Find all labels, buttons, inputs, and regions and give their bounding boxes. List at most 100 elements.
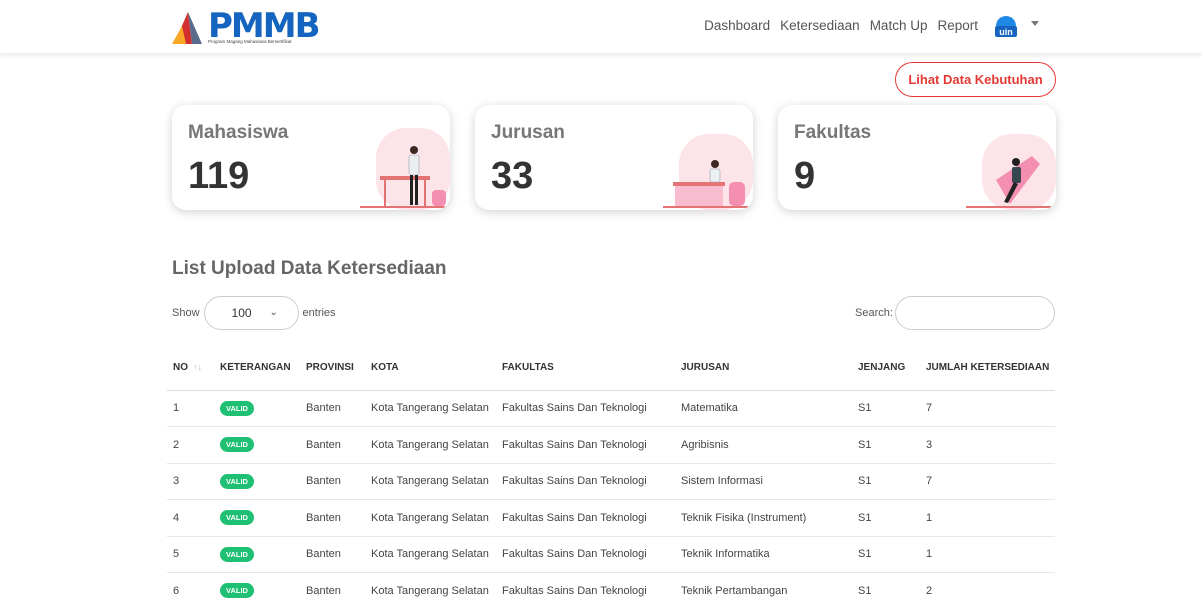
cell-fakultas: Fakultas Sains Dan Teknologi bbox=[496, 499, 675, 537]
cell-jumlah: 7 bbox=[920, 463, 1055, 500]
chevron-down-icon: ⌄ bbox=[269, 307, 278, 318]
col-keterangan[interactable]: KETERANGAN bbox=[214, 345, 300, 391]
cell-provinsi: Banten bbox=[300, 536, 365, 573]
cell-jenjang: S1 bbox=[852, 572, 920, 599]
cell-kota: Kota Tangerang Selatan bbox=[365, 463, 496, 500]
card-label: Fakultas bbox=[794, 122, 872, 143]
col-provinsi[interactable]: PROVINSI bbox=[300, 345, 365, 391]
cell-kota: Kota Tangerang Selatan bbox=[365, 390, 496, 427]
logo-mark-icon bbox=[172, 12, 202, 44]
ketersediaan-table: NO ↑↓ KETERANGAN PROVINSI KOTA FAKULTAS J… bbox=[167, 345, 1055, 599]
cell-provinsi: Banten bbox=[300, 463, 365, 500]
show-label: Show bbox=[172, 307, 200, 319]
card-label: Jurusan bbox=[491, 122, 565, 143]
cell-no: 2 bbox=[167, 426, 214, 464]
cell-jumlah: 7 bbox=[920, 390, 1055, 427]
cell-jenjang: S1 bbox=[852, 463, 920, 500]
person-on-chair-illustration-icon bbox=[966, 134, 1056, 210]
brand-tagline: Program Magang Mahasiswa Bersertifikat bbox=[208, 39, 292, 44]
cell-fakultas: Fakultas Sains Dan Teknologi bbox=[496, 572, 675, 599]
cell-kota: Kota Tangerang Selatan bbox=[365, 499, 496, 537]
table-row[interactable]: 6 VALID Banten Kota Tangerang Selatan Fa… bbox=[167, 572, 1055, 599]
cell-kota: Kota Tangerang Selatan bbox=[365, 426, 496, 464]
list-title: List Upload Data Ketersediaan bbox=[172, 258, 447, 279]
top-navbar: PMMB Program Magang Mahasiswa Bersertifi… bbox=[0, 0, 1202, 54]
card-value: 119 bbox=[188, 155, 250, 197]
cell-no: 6 bbox=[167, 572, 214, 599]
person-standing-desk-illustration-icon bbox=[360, 128, 450, 210]
pmmb-logo[interactable]: PMMB Program Magang Mahasiswa Bersertifi… bbox=[172, 8, 321, 46]
cell-jumlah: 1 bbox=[920, 499, 1055, 537]
cell-fakultas: Fakultas Sains Dan Teknologi bbox=[496, 536, 675, 573]
cell-jurusan: Teknik Fisika (Instrument) bbox=[675, 499, 852, 537]
cell-jenjang: S1 bbox=[852, 499, 920, 537]
search-label: Search: bbox=[855, 307, 893, 319]
cell-provinsi: Banten bbox=[300, 426, 365, 464]
col-jumlah-ketersediaan[interactable]: JUMLAH KETERSEDIAAN bbox=[920, 345, 1055, 391]
cell-jurusan: Sistem Informasi bbox=[675, 463, 852, 500]
nav-report[interactable]: Report bbox=[937, 18, 978, 33]
col-no[interactable]: NO ↑↓ bbox=[167, 345, 214, 391]
search-input[interactable] bbox=[894, 296, 1055, 330]
cell-jurusan: Teknik Informatika bbox=[675, 536, 852, 573]
col-kota[interactable]: KOTA bbox=[365, 345, 496, 391]
col-jenjang[interactable]: JENJANG bbox=[852, 345, 920, 391]
search-control: Search: bbox=[855, 296, 1055, 330]
table-row[interactable]: 4 VALID Banten Kota Tangerang Selatan Fa… bbox=[167, 499, 1055, 537]
status-badge: VALID bbox=[220, 473, 254, 489]
user-menu-chevron-down-icon[interactable] bbox=[1031, 21, 1039, 26]
person-at-desk-illustration-icon bbox=[663, 134, 753, 210]
cell-provinsi: Banten bbox=[300, 390, 365, 427]
cell-kota: Kota Tangerang Selatan bbox=[365, 572, 496, 599]
cell-jumlah: 1 bbox=[920, 536, 1055, 573]
nav-dashboard[interactable]: Dashboard bbox=[704, 18, 770, 33]
cell-provinsi: Banten bbox=[300, 572, 365, 599]
cell-jurusan: Teknik Pertambangan bbox=[675, 572, 852, 599]
col-jurusan[interactable]: JURUSAN bbox=[675, 345, 852, 391]
cell-jurusan: Agribisnis bbox=[675, 426, 852, 464]
main-nav: Dashboard Ketersediaan Match Up Report bbox=[704, 18, 978, 33]
user-avatar[interactable]: uin bbox=[992, 12, 1020, 40]
entries-label: entries bbox=[302, 307, 336, 319]
stat-card-jurusan: Jurusan 33 bbox=[475, 105, 753, 210]
lihat-data-kebutuhan-button[interactable]: Lihat Data Kebutuhan bbox=[895, 62, 1056, 97]
table-header-row: NO ↑↓ KETERANGAN PROVINSI KOTA FAKULTAS J… bbox=[167, 345, 1055, 391]
nav-ketersediaan[interactable]: Ketersediaan bbox=[780, 18, 860, 33]
cell-fakultas: Fakultas Sains Dan Teknologi bbox=[496, 463, 675, 500]
cell-kota: Kota Tangerang Selatan bbox=[365, 536, 496, 573]
nav-match-up[interactable]: Match Up bbox=[870, 18, 928, 33]
status-badge: VALID bbox=[220, 510, 254, 526]
card-value: 9 bbox=[794, 155, 816, 197]
status-badge: VALID bbox=[220, 546, 254, 562]
cell-fakultas: Fakultas Sains Dan Teknologi bbox=[496, 390, 675, 427]
cell-no: 5 bbox=[167, 536, 214, 573]
table-row[interactable]: 3 VALID Banten Kota Tangerang Selatan Fa… bbox=[167, 463, 1055, 500]
cell-no: 1 bbox=[167, 390, 214, 427]
cell-jenjang: S1 bbox=[852, 426, 920, 464]
stat-card-mahasiswa: Mahasiswa 119 bbox=[172, 105, 450, 210]
cell-jumlah: 2 bbox=[920, 572, 1055, 599]
card-label: Mahasiswa bbox=[188, 122, 289, 143]
cell-jenjang: S1 bbox=[852, 536, 920, 573]
cell-fakultas: Fakultas Sains Dan Teknologi bbox=[496, 426, 675, 464]
table-row[interactable]: 5 VALID Banten Kota Tangerang Selatan Fa… bbox=[167, 536, 1055, 573]
cell-no: 4 bbox=[167, 499, 214, 537]
sort-icon: ↑↓ bbox=[193, 361, 202, 372]
status-badge: VALID bbox=[220, 583, 254, 599]
entries-select[interactable]: 100 ⌄ bbox=[203, 296, 299, 330]
cell-jurusan: Matematika bbox=[675, 390, 852, 427]
show-entries-control: Show 100 ⌄ entries bbox=[172, 296, 336, 330]
col-fakultas[interactable]: FAKULTAS bbox=[496, 345, 675, 391]
cell-provinsi: Banten bbox=[300, 499, 365, 537]
table-row[interactable]: 2 VALID Banten Kota Tangerang Selatan Fa… bbox=[167, 426, 1055, 464]
cell-jenjang: S1 bbox=[852, 390, 920, 427]
avatar-label: uin bbox=[999, 27, 1013, 37]
stat-card-fakultas: Fakultas 9 bbox=[778, 105, 1056, 210]
status-badge: VALID bbox=[220, 437, 254, 453]
uin-logo-icon: uin bbox=[995, 16, 1017, 37]
status-badge: VALID bbox=[220, 400, 254, 416]
cell-no: 3 bbox=[167, 463, 214, 500]
cell-jumlah: 3 bbox=[920, 426, 1055, 464]
table-row[interactable]: 1 VALID Banten Kota Tangerang Selatan Fa… bbox=[167, 390, 1055, 427]
entries-value: 100 bbox=[231, 306, 252, 320]
